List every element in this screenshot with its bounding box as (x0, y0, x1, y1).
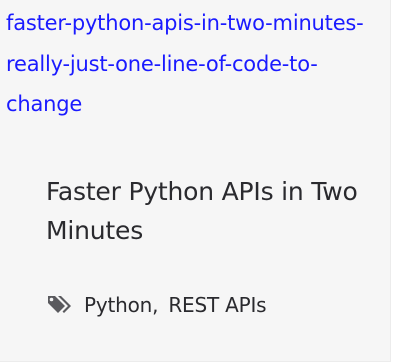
tag-rest-apis[interactable]: REST APIs (168, 293, 266, 317)
tag-python[interactable]: Python (84, 293, 152, 317)
post-slug-link[interactable]: faster-python-apis-in-two-minutes-really… (6, 3, 386, 125)
post-card: faster-python-apis-in-two-minutes-really… (0, 0, 391, 362)
tag-list: Python , REST APIs (46, 290, 267, 320)
post-title: Faster Python APIs in Two Minutes (46, 177, 358, 245)
tag-separator: , (152, 293, 159, 317)
tags-icon (46, 294, 76, 316)
